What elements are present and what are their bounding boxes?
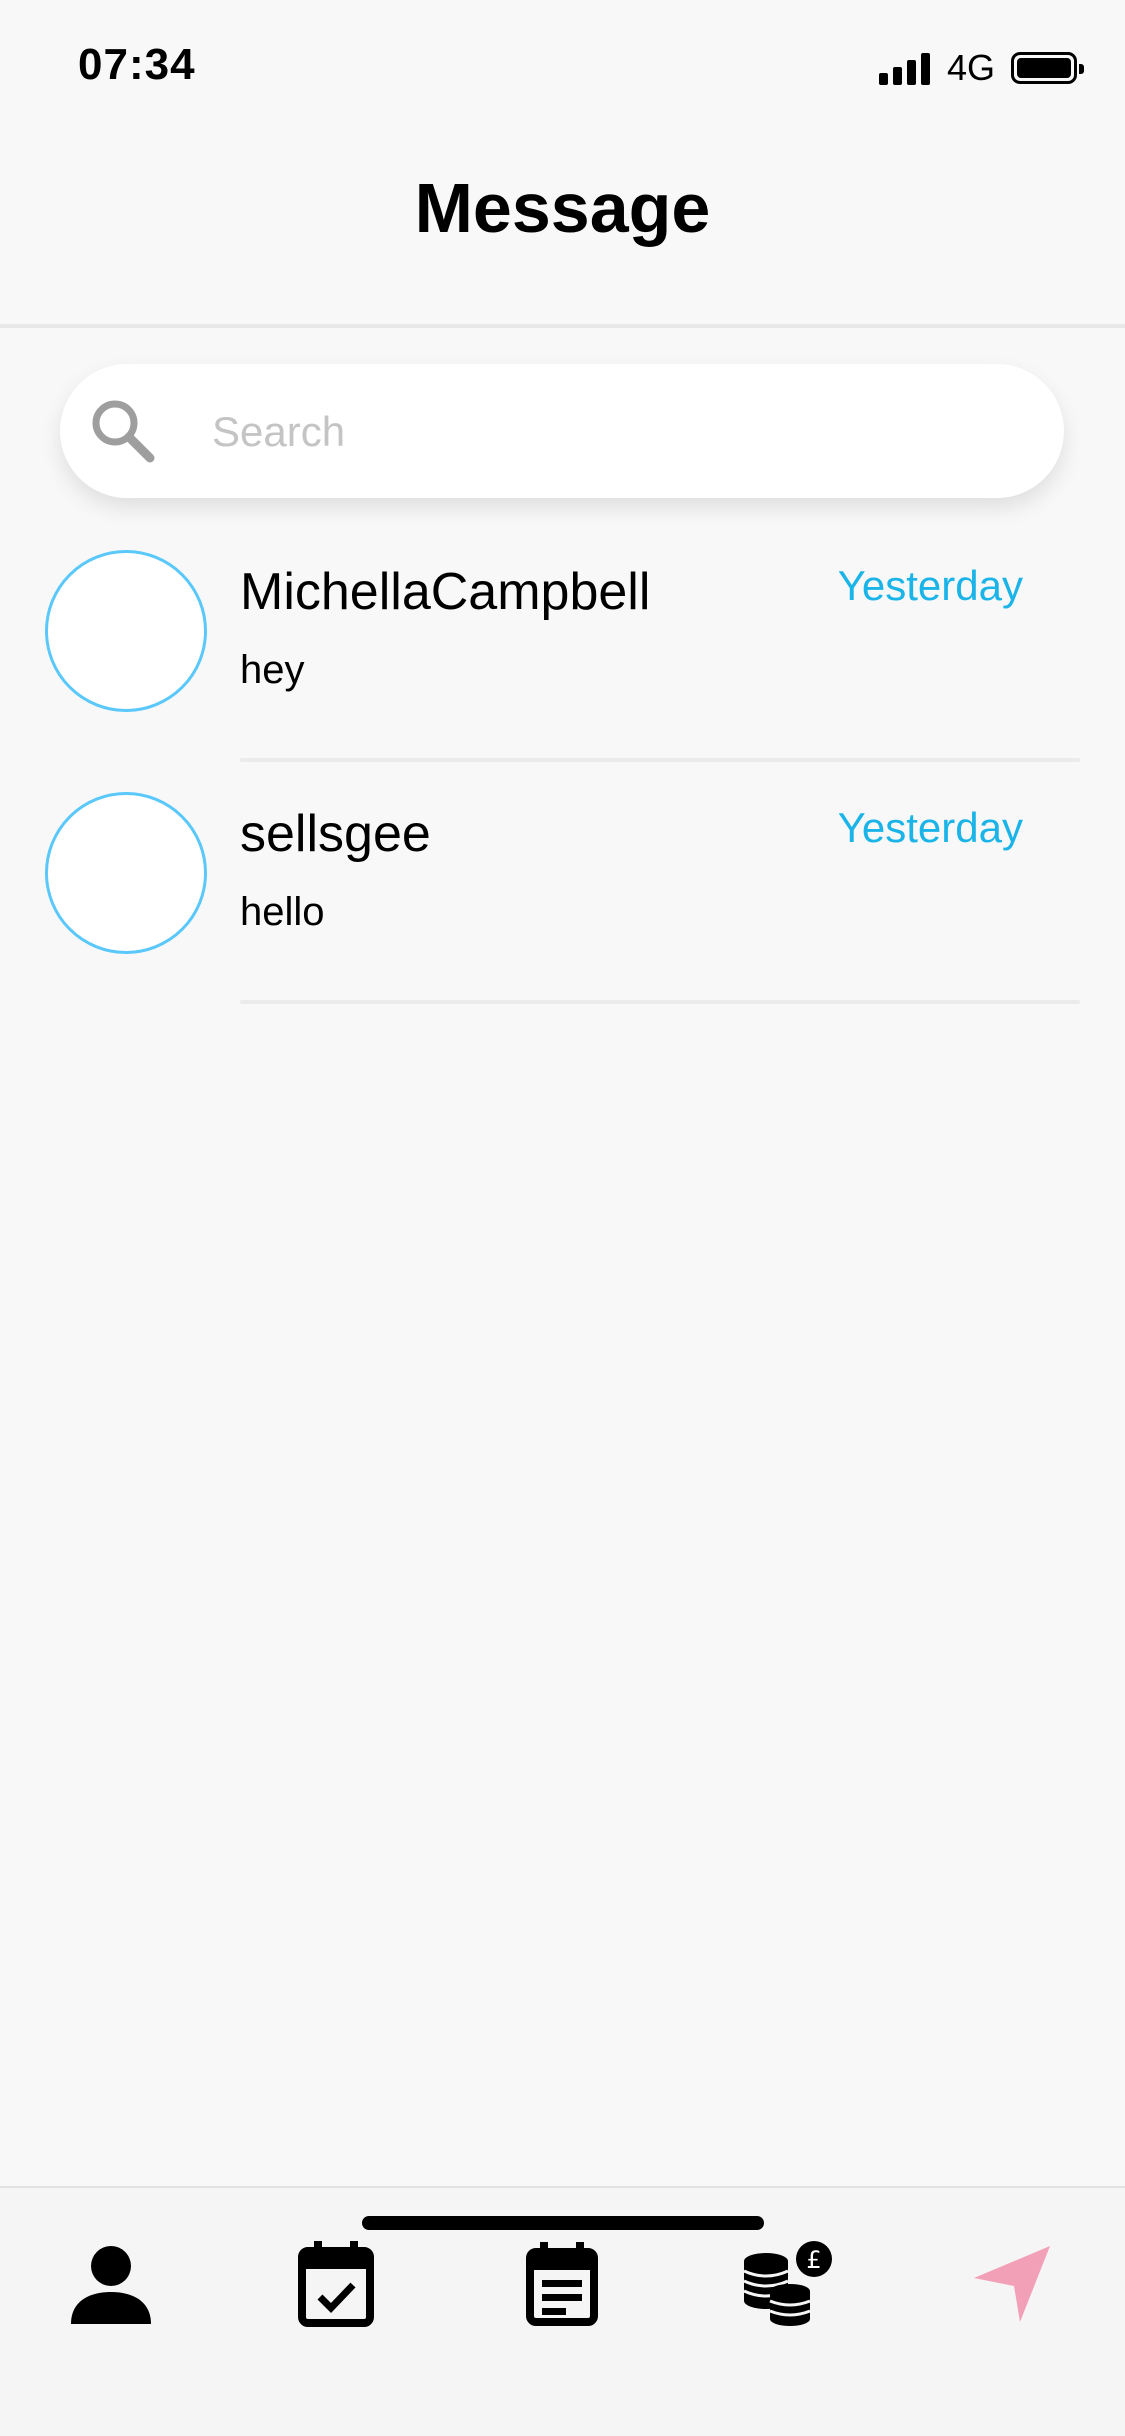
tab-bookings[interactable]	[502, 2224, 622, 2344]
svg-text:£: £	[806, 2246, 821, 2274]
calendar-notes-icon	[526, 2242, 598, 2326]
search-input[interactable]	[210, 394, 1014, 470]
search-bar[interactable]	[60, 364, 1064, 498]
home-indicator[interactable]	[362, 2216, 764, 2230]
conversation-item[interactable]: MichellaCampbell hey Yesterday	[0, 520, 1125, 762]
status-indicators: 4G	[878, 47, 1084, 88]
messages-screen: 07:34 4G Message Mich	[0, 0, 1125, 2436]
divider	[240, 1000, 1080, 1004]
conversation-preview: hello	[240, 890, 325, 934]
conversation-name: MichellaCampbell	[240, 563, 651, 621]
coins-pound-icon: £	[743, 2241, 832, 2326]
conversation-list: MichellaCampbell hey Yesterday sellsgee …	[0, 520, 1125, 1004]
page-title: Message	[414, 169, 711, 247]
header: Message	[0, 132, 1125, 328]
signal-icon	[878, 51, 935, 85]
tab-messages[interactable]	[952, 2224, 1072, 2344]
tab-profile[interactable]	[51, 2224, 171, 2344]
network-type: 4G	[946, 47, 995, 88]
status-time: 07:34	[78, 40, 196, 89]
avatar[interactable]	[45, 792, 207, 954]
profile-icon	[71, 2246, 151, 2324]
conversation-preview: hey	[240, 648, 305, 692]
conversation-time: Yesterday	[837, 562, 1023, 609]
status-bar: 07:34 4G	[0, 0, 1125, 132]
send-icon	[974, 2246, 1050, 2322]
tab-schedule[interactable]	[276, 2224, 396, 2344]
search-icon	[92, 400, 155, 463]
conversation-item[interactable]: sellsgee hello Yesterday	[0, 762, 1125, 1004]
conversation-time: Yesterday	[837, 804, 1023, 851]
avatar[interactable]	[45, 550, 207, 712]
tab-earnings[interactable]: £	[728, 2224, 848, 2344]
battery-icon	[1011, 52, 1084, 84]
conversation-name: sellsgee	[240, 805, 431, 863]
calendar-check-icon	[298, 2241, 374, 2327]
